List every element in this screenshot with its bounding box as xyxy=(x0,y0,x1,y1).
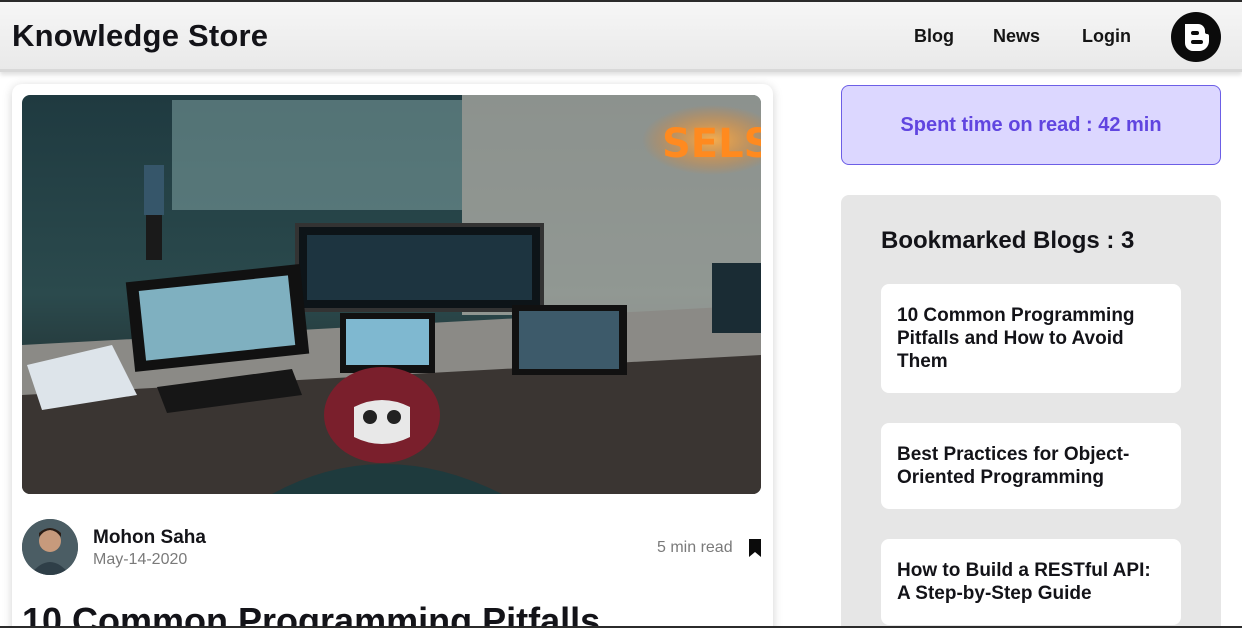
blog-card: SELS xyxy=(12,84,773,626)
blogger-logo-icon[interactable] xyxy=(1171,12,1221,62)
nav-link-blog[interactable]: Blog xyxy=(914,26,954,47)
spent-time-text: Spent time on read : 42 min xyxy=(900,113,1162,136)
page: Knowledge Store Blog News Login SEL Moho… xyxy=(0,0,1242,628)
cover-image: SELS xyxy=(22,95,761,494)
site-header: Knowledge Store Blog News Login xyxy=(0,2,1242,72)
site-brand[interactable]: Knowledge Store xyxy=(12,18,268,54)
post-date: May-14-2020 xyxy=(93,551,188,568)
bookmark-item[interactable]: Best Practices for Object-Oriented Progr… xyxy=(881,423,1181,509)
author-name: Mohon Saha xyxy=(93,527,206,548)
svg-text:SELS: SELS xyxy=(662,121,761,167)
read-time: 5 min read xyxy=(657,539,733,556)
author-avatar xyxy=(22,519,78,575)
bookmarks-panel: Bookmarked Blogs : 3 10 Common Programmi… xyxy=(841,195,1221,626)
spent-time-box: Spent time on read : 42 min xyxy=(841,85,1221,165)
bookmarks-heading: Bookmarked Blogs : 3 xyxy=(881,227,1135,254)
bookmark-item[interactable]: How to Build a RESTful API: A Step-by-St… xyxy=(881,539,1181,625)
bookmark-item[interactable]: 10 Common Programming Pitfalls and How t… xyxy=(881,284,1181,393)
nav-link-news[interactable]: News xyxy=(993,26,1040,47)
bookmark-icon[interactable] xyxy=(748,538,762,558)
post-title[interactable]: 10 Common Programming Pitfalls xyxy=(22,600,600,626)
nav-link-login[interactable]: Login xyxy=(1082,26,1131,47)
